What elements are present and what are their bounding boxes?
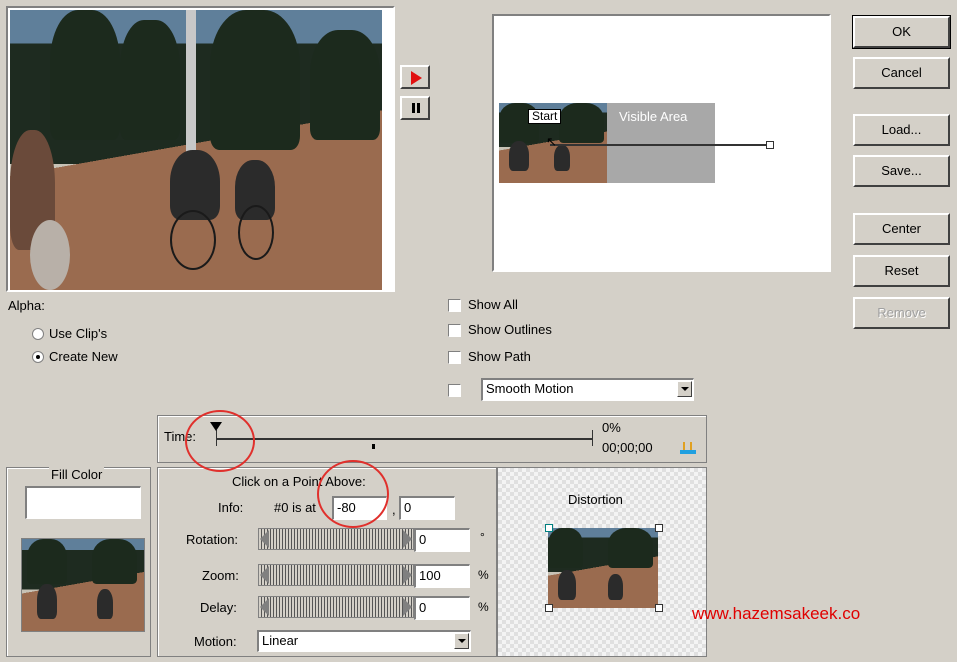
remove-button: Remove: [853, 297, 950, 329]
info-separator: ,: [392, 502, 396, 517]
timeline-percent: 0%: [602, 420, 621, 435]
distortion-handle-top-right[interactable]: [655, 524, 663, 532]
source-clip-image: [10, 10, 382, 290]
motion-path-end-point[interactable]: [766, 141, 774, 149]
load-button[interactable]: Load...: [853, 114, 950, 146]
info-label: Info:: [218, 500, 244, 515]
create-new-label: Create New: [49, 349, 118, 364]
fill-color-panel: Fill Color: [6, 467, 151, 657]
timeline-track[interactable]: [216, 438, 592, 440]
rotation-unit: °: [480, 530, 485, 544]
zoom-unit: %: [478, 568, 489, 582]
zoom-slider[interactable]: [258, 564, 414, 586]
distortion-panel[interactable]: Distortion: [497, 467, 707, 657]
visible-area-label: Visible Area: [619, 109, 688, 124]
smooth-motion-select[interactable]: Smooth Motion: [481, 378, 694, 401]
show-outlines-checkbox[interactable]: [448, 324, 461, 337]
pause-icon: [412, 103, 415, 113]
annotation-circle-timeline: [185, 410, 255, 472]
keyframe-icon[interactable]: [680, 442, 696, 454]
watermark-text: www.hazemsakeek.co: [692, 604, 861, 623]
distortion-handle-top-left[interactable]: [545, 524, 553, 532]
cancel-button[interactable]: Cancel: [853, 57, 950, 89]
rotation-field[interactable]: 0: [414, 528, 470, 552]
motion-label: Motion:: [194, 634, 237, 649]
start-label: Start: [528, 109, 562, 124]
motion-value: Linear: [262, 633, 299, 648]
info-text: #0 is at: [274, 500, 316, 515]
reset-button[interactable]: Reset: [853, 255, 950, 287]
create-new-radio[interactable]: [32, 351, 44, 363]
smooth-motion-value: Smooth Motion: [486, 381, 574, 396]
timeline-marker-icon: [372, 444, 375, 449]
distortion-handle-bottom-right[interactable]: [655, 604, 663, 612]
info-y-field[interactable]: 0: [399, 496, 455, 520]
alpha-label: Alpha:: [8, 298, 45, 313]
motion-select[interactable]: Linear: [257, 630, 471, 652]
chevron-down-icon[interactable]: [677, 381, 692, 397]
center-button[interactable]: Center: [853, 213, 950, 245]
source-clip-frame: [6, 6, 395, 292]
fill-color-swatch[interactable]: [25, 486, 141, 519]
zoom-label: Zoom:: [202, 568, 239, 583]
distortion-thumbnail: [548, 528, 658, 608]
rotation-label: Rotation:: [186, 532, 239, 547]
save-button[interactable]: Save...: [853, 155, 950, 187]
fill-color-label: Fill Color: [49, 467, 105, 482]
timeline-end-tick: [592, 430, 593, 446]
distortion-handle-bottom-left[interactable]: [545, 604, 553, 612]
show-all-label: Show All: [468, 297, 518, 312]
visible-area: Visible Area: [607, 103, 715, 183]
motion-path-line: [550, 144, 768, 146]
delay-slider[interactable]: [258, 596, 414, 618]
show-all-checkbox[interactable]: [448, 299, 461, 312]
chevron-down-icon[interactable]: [454, 633, 469, 649]
ok-button[interactable]: OK: [852, 15, 951, 49]
distortion-label: Distortion: [568, 492, 623, 507]
rotation-slider[interactable]: [258, 528, 414, 550]
pause-button[interactable]: [400, 96, 430, 120]
play-icon: [411, 71, 422, 85]
delay-unit: %: [478, 600, 489, 614]
timeline-timecode: 00;00;00: [602, 440, 653, 455]
play-button[interactable]: [400, 65, 430, 89]
annotation-circle-info: [317, 460, 389, 528]
use-clips-radio[interactable]: [32, 328, 44, 340]
zoom-field[interactable]: 100: [414, 564, 470, 588]
pointer-cursor-icon: ↖: [546, 134, 557, 149]
motion-preview[interactable]: Visible Area Start ↖: [492, 14, 831, 272]
show-outlines-label: Show Outlines: [468, 322, 552, 337]
delay-label: Delay:: [200, 600, 237, 615]
show-path-checkbox[interactable]: [448, 351, 461, 364]
show-path-label: Show Path: [468, 349, 531, 364]
delay-field[interactable]: 0: [414, 596, 470, 620]
smooth-motion-checkbox[interactable]: [448, 384, 461, 397]
use-clips-label: Use Clip's: [49, 326, 108, 341]
fill-clip-thumbnail: [21, 538, 145, 632]
